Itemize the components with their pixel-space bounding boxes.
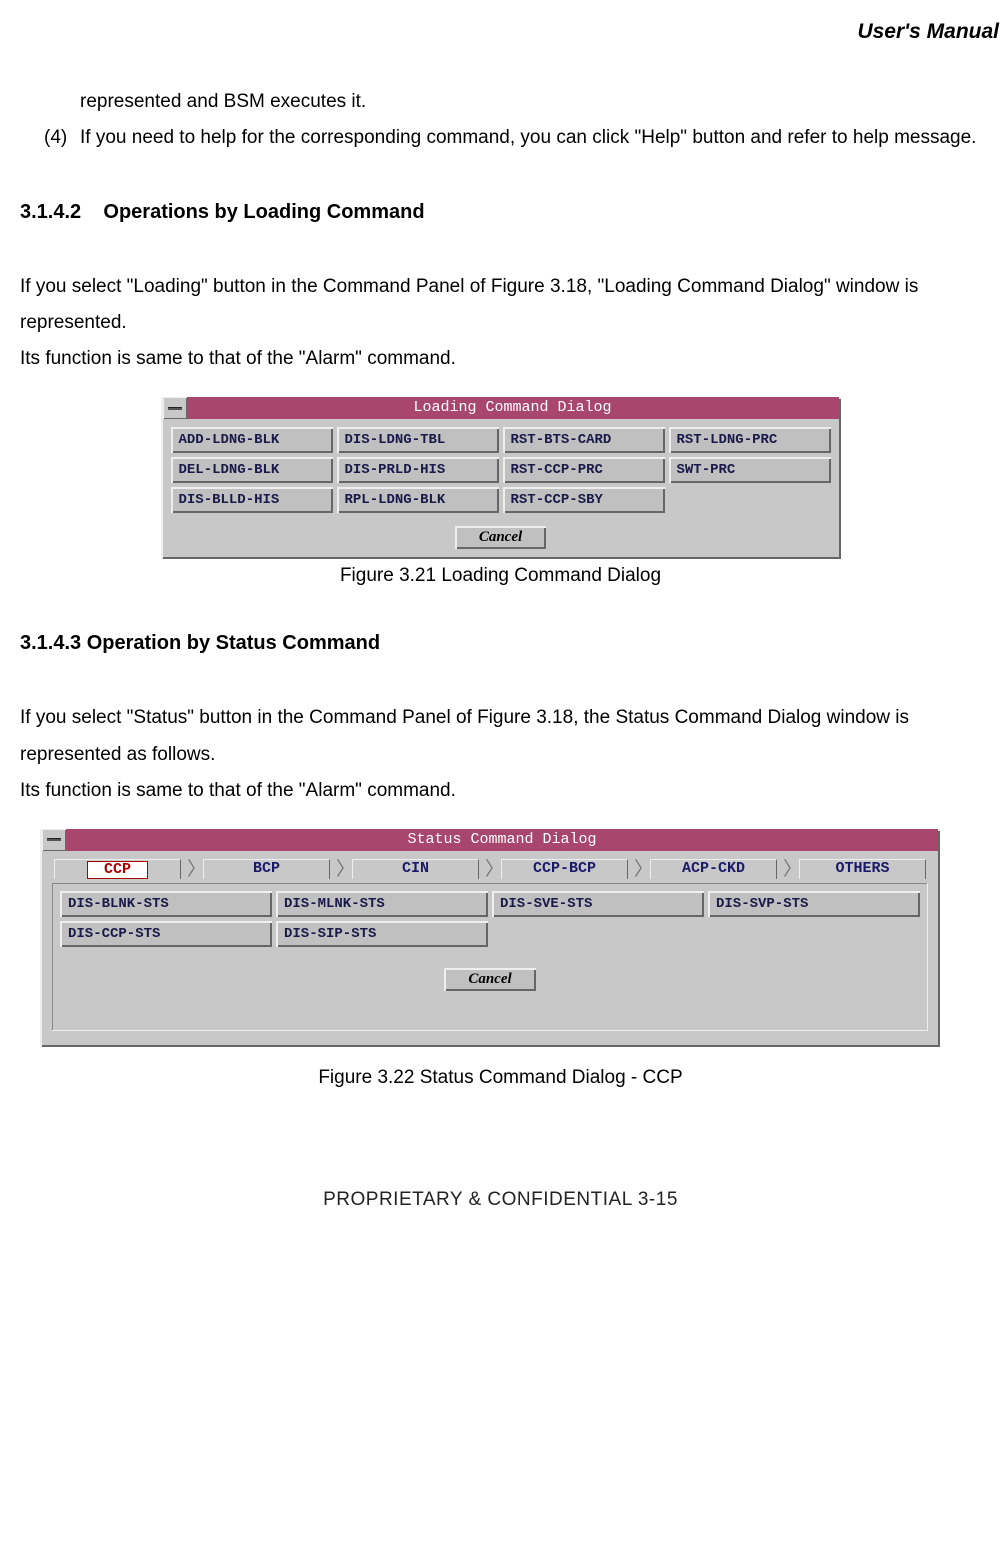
tab-divider: 〉 <box>634 857 644 881</box>
section1-para1: If you select "Loading" button in the Co… <box>20 269 981 341</box>
system-menu-icon[interactable] <box>42 829 66 851</box>
cmd-dis-svp-sts[interactable]: DIS-SVP-STS <box>708 891 920 917</box>
tab-divider: 〉 <box>485 857 495 881</box>
section-heading-3143: 3.1.4.3 Operation by Status Command <box>0 632 1001 655</box>
dialog-titlebar: Loading Command Dialog <box>163 397 839 419</box>
dialog-title: Loading Command Dialog <box>187 397 839 419</box>
tab-row: CCP 〉 BCP 〉 CIN 〉 CCP-BCP 〉 ACP-CKD 〉 OT… <box>40 853 940 881</box>
cancel-button[interactable]: Cancel <box>444 968 535 991</box>
section-heading-3142: 3.1.4.2 Operations by Loading Command <box>0 201 1001 224</box>
tab-ccp[interactable]: CCP <box>48 857 187 881</box>
section-num: 3.1.4.2 <box>20 201 81 223</box>
cmd-add-ldng-blk[interactable]: ADD-LDNG-BLK <box>171 427 333 453</box>
empty-cell <box>708 921 920 947</box>
status-command-dialog: Status Command Dialog CCP 〉 BCP 〉 CIN 〉 … <box>40 829 940 1047</box>
tab-label: CCP-BCP <box>533 860 596 877</box>
loading-command-dialog: Loading Command Dialog ADD-LDNG-BLK DIS-… <box>161 397 841 559</box>
cmd-dis-ccp-sts[interactable]: DIS-CCP-STS <box>60 921 272 947</box>
cmd-swt-prc[interactable]: SWT-PRC <box>669 457 831 483</box>
tab-acp-ckd[interactable]: ACP-CKD <box>644 857 783 881</box>
tab-divider: 〉 <box>783 857 793 881</box>
list-number-4: (4) <box>44 120 80 156</box>
list-item-4: If you need to help for the correspondin… <box>80 120 981 156</box>
tab-cin[interactable]: CIN <box>346 857 485 881</box>
tab-label: CCP <box>87 861 148 879</box>
tab-others[interactable]: OTHERS <box>793 857 932 881</box>
cancel-button[interactable]: Cancel <box>455 526 546 549</box>
dialog-title: Status Command Dialog <box>66 829 938 851</box>
section2-para2: Its function is same to that of the "Ala… <box>20 773 981 809</box>
empty-cell <box>492 921 704 947</box>
section2-para1: If you select "Status" button in the Com… <box>20 700 981 772</box>
tab-bcp[interactable]: BCP <box>197 857 336 881</box>
tab-divider: 〉 <box>336 857 346 881</box>
status-panel: DIS-BLNK-STS DIS-MLNK-STS DIS-SVE-STS DI… <box>52 883 928 1031</box>
cmd-rst-bts-card[interactable]: RST-BTS-CARD <box>503 427 665 453</box>
tab-label: BCP <box>253 860 280 877</box>
tab-divider: 〉 <box>187 857 197 881</box>
intro-line: represented and BSM executes it. <box>20 84 981 120</box>
cmd-del-ldng-blk[interactable]: DEL-LDNG-BLK <box>171 457 333 483</box>
cmd-dis-sve-sts[interactable]: DIS-SVE-STS <box>492 891 704 917</box>
tab-label: ACP-CKD <box>682 860 745 877</box>
empty-cell <box>669 487 831 513</box>
section1-para2: Its function is same to that of the "Ala… <box>20 341 981 377</box>
dialog-titlebar: Status Command Dialog <box>42 829 938 851</box>
page-header: User's Manual <box>0 20 1001 44</box>
cmd-dis-prld-his[interactable]: DIS-PRLD-HIS <box>337 457 499 483</box>
figure-caption-322: Figure 3.22 Status Command Dialog - CCP <box>0 1067 1001 1089</box>
tab-label: CIN <box>402 860 429 877</box>
page-footer: PROPRIETARY & CONFIDENTIAL 3-15 <box>0 1179 1001 1209</box>
section-title: Operations by Loading Command <box>103 201 424 223</box>
cmd-rst-ccp-sby[interactable]: RST-CCP-SBY <box>503 487 665 513</box>
cmd-rst-ldng-prc[interactable]: RST-LDNG-PRC <box>669 427 831 453</box>
cmd-dis-sip-sts[interactable]: DIS-SIP-STS <box>276 921 488 947</box>
cmd-dis-blnk-sts[interactable]: DIS-BLNK-STS <box>60 891 272 917</box>
figure-caption-321: Figure 3.21 Loading Command Dialog <box>161 565 841 587</box>
cmd-dis-mlnk-sts[interactable]: DIS-MLNK-STS <box>276 891 488 917</box>
system-menu-icon[interactable] <box>163 397 187 419</box>
cmd-dis-blld-his[interactable]: DIS-BLLD-HIS <box>171 487 333 513</box>
tab-ccp-bcp[interactable]: CCP-BCP <box>495 857 634 881</box>
cmd-rpl-ldng-blk[interactable]: RPL-LDNG-BLK <box>337 487 499 513</box>
tab-label: OTHERS <box>835 860 889 877</box>
cmd-rst-ccp-prc[interactable]: RST-CCP-PRC <box>503 457 665 483</box>
cmd-dis-ldng-tbl[interactable]: DIS-LDNG-TBL <box>337 427 499 453</box>
